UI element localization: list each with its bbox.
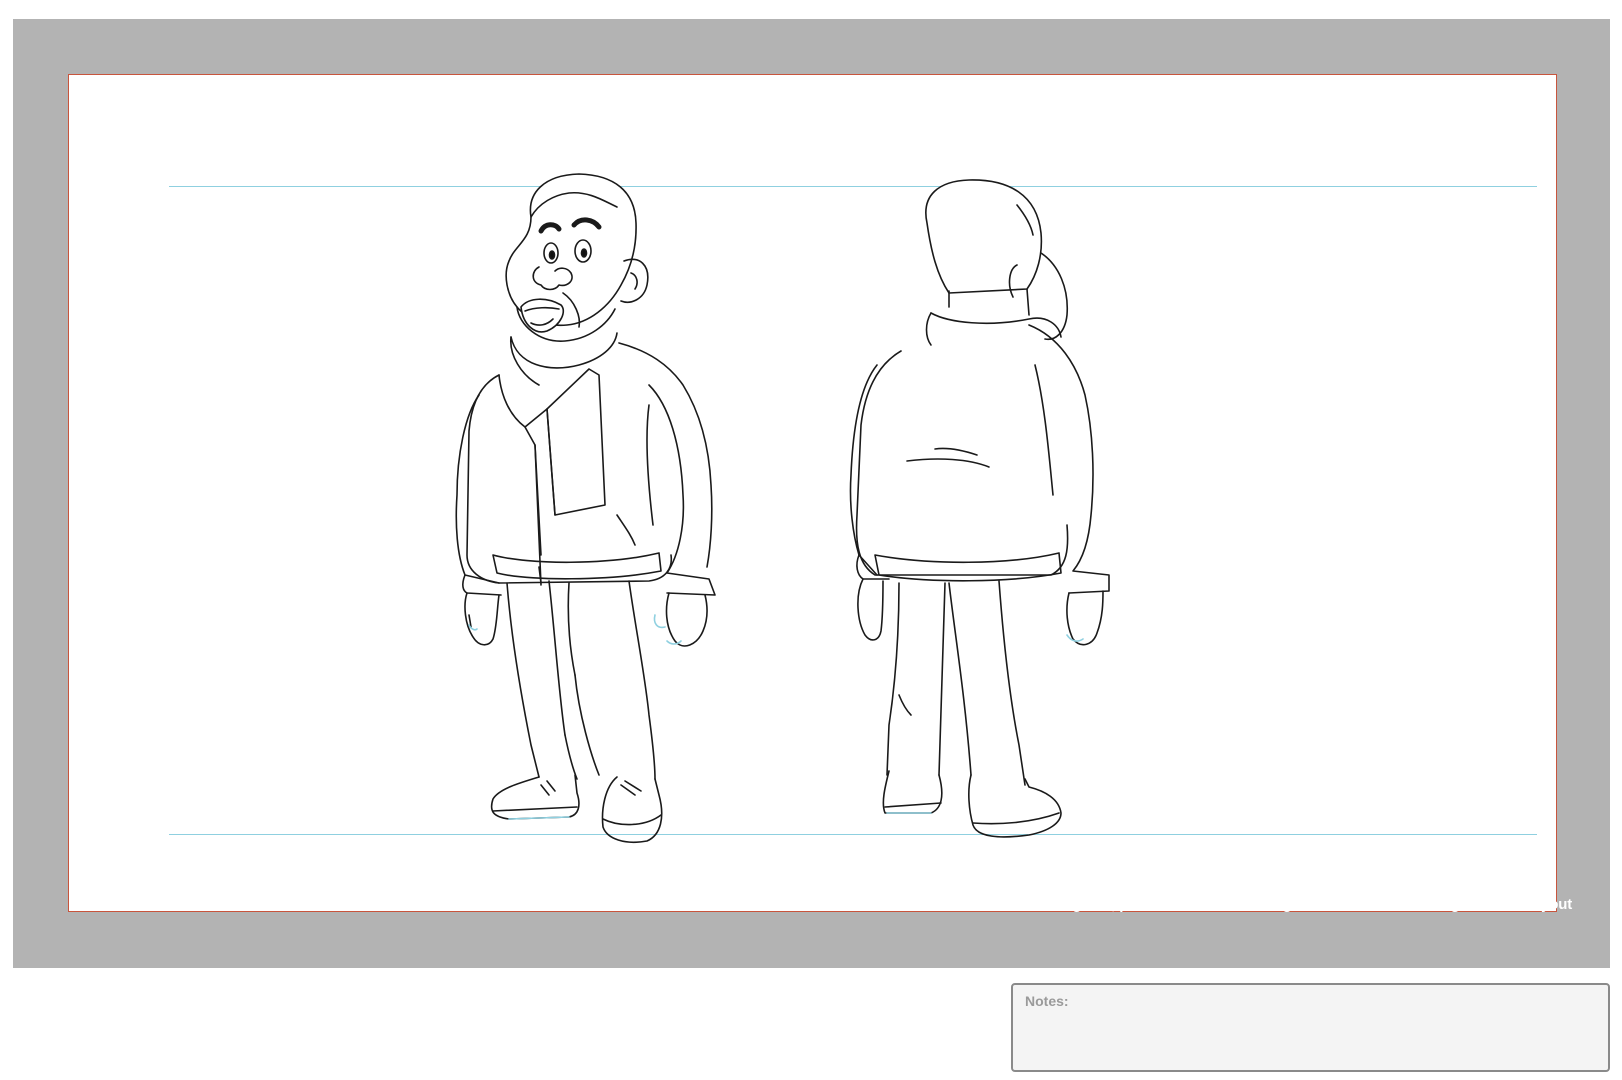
design-canvas <box>68 74 1557 912</box>
character-back-view <box>849 179 1110 838</box>
notes-box[interactable]: Notes: <box>1011 983 1610 1072</box>
field-guide-caption: field guide, please switch off if design… <box>1038 896 1573 913</box>
character-turnaround <box>455 173 1110 843</box>
character-front-view <box>455 173 716 843</box>
field-guide-frame <box>13 19 1610 968</box>
notes-label: Notes: <box>1025 993 1069 1009</box>
